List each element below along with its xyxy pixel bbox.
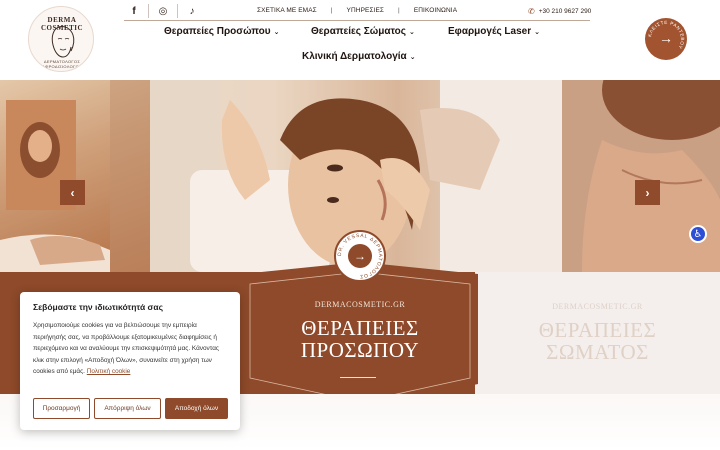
chevron-right-icon: › [645, 185, 650, 200]
card-heading[interactable]: ΘΕΡΑΠΕΙΕΣ ΠΡΟΣΩΠΟΥ [245, 317, 475, 361]
nav-label: Θεραπείες Προσώπου [164, 26, 271, 37]
arrow-right-icon: → [348, 244, 372, 268]
next-card-heading-line2: ΣΩΜΑΤΟΣ [546, 340, 649, 364]
divider [148, 4, 149, 18]
top-link-contact[interactable]: ΕΠΙΚΟΙΝΩΝΙΑ [414, 7, 457, 14]
separator: | [330, 7, 333, 14]
chevron-down-icon: ⌄ [408, 28, 415, 36]
chevron-down-icon: ⌄ [409, 53, 416, 61]
logo[interactable]: DERMA COSMETIC ΔΕΡΜΑΤΟΛΟΓΟΣ ΑΦΡΟΔΙΣΙΟΛΟΓ… [28, 6, 94, 72]
nav-item-body-treatments[interactable]: Θεραπείες Σώματος ⌄ [311, 26, 415, 37]
card-site-label: DERMACOSMETIC.GR [314, 300, 406, 309]
book-appointment-button[interactable]: ΚΛΕΙΣΤΕ ΡΑΝΤΕΒΟΥ → [645, 18, 687, 60]
nav-item-laser[interactable]: Εφαρμογές Laser ⌄ [448, 26, 540, 37]
arrow-right-icon: → [659, 30, 673, 46]
next-card-heading[interactable]: ΘΕΡΑΠΕΙΕΣ ΣΩΜΑΤΟΣ [475, 319, 720, 363]
body-treatment-image [562, 80, 720, 272]
top-link-about[interactable]: ΣΧΕΤΙΚΑ ΜΕ ΕΜΑΣ [257, 7, 317, 14]
nav-item-clinical-dermatology[interactable]: Κλινική Δερματολογία ⌄ [302, 51, 416, 62]
nav-label: Εφαρμογές Laser [448, 26, 532, 37]
site-header: DERMA COSMETIC ΔΕΡΜΑΤΟΛΟΓΟΣ ΑΦΡΟΔΙΣΙΟΛΟΓ… [0, 0, 720, 80]
logo-tagline: ΔΕΡΜΑΤΟΛΟΓΟΣ ΑΦΡΟΔΙΣΙΟΛΟΓΟΣ [42, 59, 82, 69]
social-links: f ◎ ♪ [124, 3, 202, 19]
accessibility-icon[interactable]: ♿ [689, 225, 707, 243]
separator: | [398, 7, 400, 14]
card-underline [340, 377, 376, 378]
next-card-site-label: DERMACOSMETIC.GR [552, 302, 643, 311]
chevron-down-icon: ⌄ [273, 28, 280, 36]
top-links: ΣΧΕΤΙΚΑ ΜΕ ΕΜΑΣ | ΥΠΗΡΕΣΙΕΣ | ΕΠΙΚΟΙΝΩΝΙ… [257, 7, 457, 14]
next-card-heading-line1: ΘΕΡΑΠΕΙΕΣ [538, 318, 657, 342]
card-heading-line2: ΠΡΟΣΩΠΟΥ [300, 338, 420, 362]
facebook-icon[interactable]: f [124, 3, 144, 19]
cookie-body: Χρησιμοποιούμε cookies για να βελτιώσουμ… [33, 320, 227, 378]
slider-next-button[interactable]: › [635, 180, 660, 205]
chevron-down-icon: ⌄ [534, 28, 540, 36]
slider-prev-button[interactable]: ‹ [60, 180, 85, 205]
cookie-buttons: Προσαρμογή Απόρριψη όλων Αποδοχή όλων [33, 398, 228, 419]
phone-number: +30 210 9627 290 [538, 8, 592, 15]
nav-label: Θεραπείες Σώματος [311, 26, 406, 37]
reject-all-button[interactable]: Απόρριψη όλων [94, 398, 161, 419]
slide-image-next [562, 80, 720, 272]
chevron-left-icon: ‹ [70, 185, 75, 200]
accept-all-button[interactable]: Αποδοχή όλων [165, 398, 228, 419]
phone-icon: ✆ [528, 7, 535, 16]
top-link-services[interactable]: ΥΠΗΡΕΣΙΕΣ [347, 7, 384, 14]
painting-image [0, 80, 150, 272]
nav-label: Κλινική Δερματολογία [302, 51, 407, 62]
phone-link[interactable]: ✆ +30 210 9627 290 [528, 7, 591, 16]
slide-image-previous [0, 80, 150, 272]
divider [177, 4, 178, 18]
cookie-policy-link[interactable]: Πολιτική cookie [87, 368, 131, 375]
instagram-icon[interactable]: ◎ [153, 3, 173, 19]
dr-vessal-badge[interactable]: DR. VESSAL ΔΕΡΜΑΤΟΛΟΓΟΣ → [334, 230, 386, 282]
card-heading-line1: ΘΕΡΑΠΕΙΕΣ [301, 316, 419, 340]
cookie-consent-dialog: Σεβόμαστε την ιδιωτικότητά σας Χρησιμοπο… [20, 292, 240, 430]
nav-item-face-treatments[interactable]: Θεραπείες Προσώπου ⌄ [164, 26, 279, 37]
cookie-title: Σεβόμαστε την ιδιωτικότητά σας [33, 302, 163, 312]
header-divider [124, 20, 590, 21]
tiktok-icon[interactable]: ♪ [182, 3, 202, 19]
customize-button[interactable]: Προσαρμογή [33, 398, 90, 419]
logo-name: DERMA COSMETIC [40, 16, 84, 32]
